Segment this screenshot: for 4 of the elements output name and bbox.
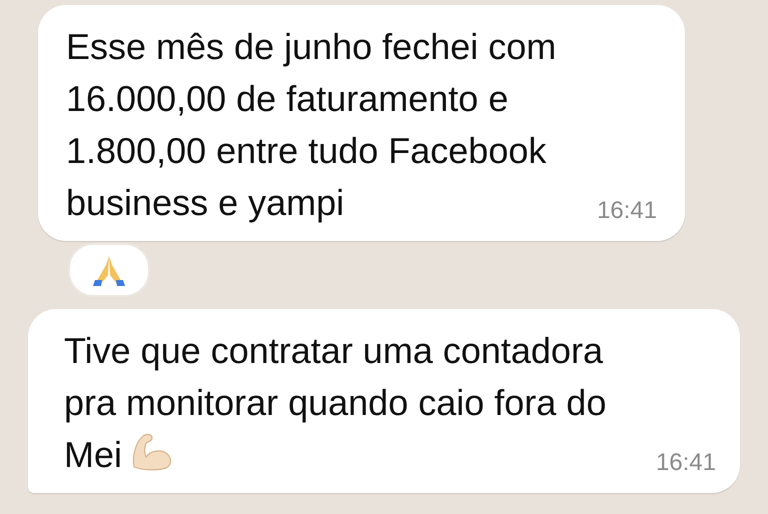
- message-text: Esse mês de junho fechei com 16.000,00 de faturamento e 1.800,00 entre tudo Facebook business e yampi: [66, 25, 556, 225]
- message-text: Tive que contratar uma contadora pra monitorar quando caio fora do Mei: [64, 329, 606, 477]
- message-time: 16:41: [656, 449, 716, 478]
- message-time: 16:41: [596, 197, 657, 226]
